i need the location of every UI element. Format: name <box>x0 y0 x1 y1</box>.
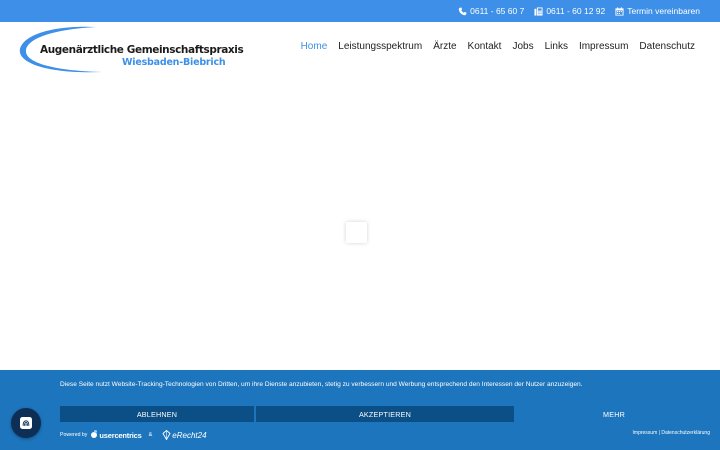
decline-button[interactable]: ABLEHNEN <box>60 406 254 422</box>
privacy-settings-button[interactable] <box>11 408 41 438</box>
accept-button[interactable]: AKZEPTIEREN <box>256 406 514 422</box>
ampersand: & <box>148 432 153 438</box>
practice-logo[interactable]: Augenärztliche Gemeinschaftspraxis Wiesb… <box>18 25 244 75</box>
powered-by: Powered by usercentrics & eRecht24 <box>60 430 207 440</box>
nav-jobs[interactable]: Jobs <box>512 41 533 52</box>
privacy-policy-link[interactable]: Datenschutzerklärung <box>661 430 710 436</box>
calendar-icon <box>615 6 624 16</box>
erecht24-logo[interactable]: eRecht24 <box>162 430 207 440</box>
loading-spinner <box>346 222 367 243</box>
nav-home[interactable]: Home <box>301 41 328 52</box>
fax-link[interactable]: 0611 - 60 12 92 <box>534 6 605 16</box>
fax-number: 0611 - 60 12 92 <box>546 6 606 16</box>
imprint-link[interactable]: Impressum <box>633 430 658 436</box>
link-separator: | <box>658 430 660 436</box>
nav-impressum[interactable]: Impressum <box>579 41 628 52</box>
phone-number: 0611 - 65 60 7 <box>470 6 525 16</box>
nav-kontakt[interactable]: Kontakt <box>468 41 502 52</box>
top-contact-bar: 0611 - 65 60 7 0611 - 60 12 92 Termin ve… <box>0 0 720 22</box>
phone-icon <box>458 6 467 16</box>
logo-subtitle: Wiesbaden-Biebrich <box>122 57 226 68</box>
nav-links[interactable]: Links <box>545 41 568 52</box>
appointment-link[interactable]: Termin vereinbaren <box>615 6 700 16</box>
logo-title: Augenärztliche Gemeinschaftspraxis <box>40 44 244 56</box>
fingerprint-icon <box>20 417 32 429</box>
site-header: Augenärztliche Gemeinschaftspraxis Wiesb… <box>0 22 720 78</box>
nav-aerzte[interactable]: Ärzte <box>433 41 456 52</box>
consent-footer-links: Impressum | Datenschutzerklärung <box>633 430 710 436</box>
usercentrics-logo[interactable]: usercentrics <box>91 430 142 440</box>
nav-datenschutz[interactable]: Datenschutz <box>639 41 695 52</box>
main-navigation: Home Leistungsspektrum Ärzte Kontakt Job… <box>301 41 695 52</box>
nav-leistungsspektrum[interactable]: Leistungsspektrum <box>338 41 422 52</box>
usercentrics-wordmark: usercentrics <box>99 430 142 440</box>
phone-link[interactable]: 0611 - 65 60 7 <box>458 6 524 16</box>
usercentrics-mark-icon <box>91 430 98 438</box>
cookie-consent-banner: Diese Seite nutzt Website-Tracking-Techn… <box>0 370 720 450</box>
erecht24-wordmark: eRecht24 <box>172 430 207 440</box>
fax-icon <box>534 6 543 16</box>
consent-message: Diese Seite nutzt Website-Tracking-Techn… <box>60 381 583 388</box>
more-button[interactable]: MEHR <box>516 406 712 422</box>
powered-by-label: Powered by <box>60 432 88 438</box>
erecht24-mark-icon <box>162 430 171 440</box>
appointment-label: Termin vereinbaren <box>627 6 700 16</box>
